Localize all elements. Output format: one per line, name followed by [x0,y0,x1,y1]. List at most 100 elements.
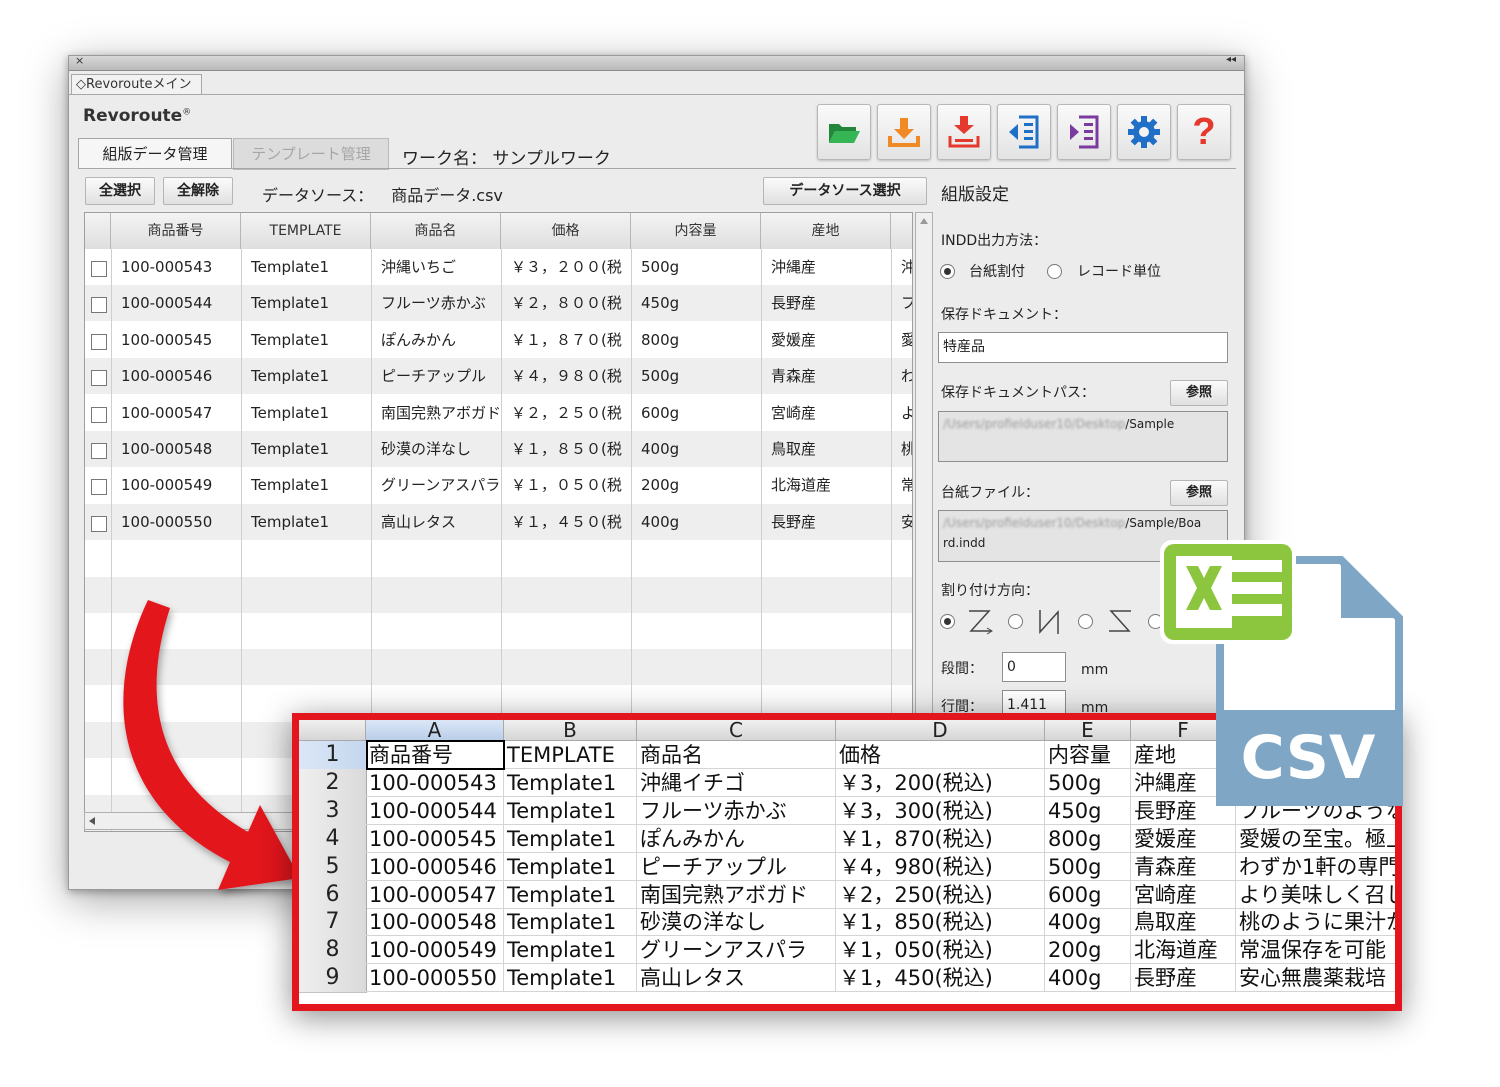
sheet-cell[interactable]: ￥3，200(税込) [836,768,1045,797]
sheet-row-header[interactable]: 3 [299,796,367,826]
grid-cell[interactable]: 100-000545 [121,322,239,358]
sheet-cell[interactable]: Template1 [504,824,637,853]
sheet-column-header[interactable]: D [836,720,1045,741]
save-doc-field[interactable]: 特産品 [938,332,1228,363]
sheet-cell[interactable]: フルーツ赤かぶ [637,796,836,825]
sheet-cell[interactable]: 100-000548 [366,908,504,937]
grid-cell[interactable]: 安 [901,504,912,540]
sheet-column-header[interactable]: C [637,720,836,741]
tab-template[interactable]: テンプレート管理 [233,138,389,170]
sheet-cell[interactable]: 600g [1045,880,1131,909]
grid-column-header-blank[interactable] [85,213,111,250]
grid-cell[interactable]: 100-000548 [121,431,239,467]
grid-cell[interactable]: ￥４，９８０(税 [511,358,629,394]
sheet-cell[interactable]: 商品番号 [366,741,504,769]
grid-cell[interactable]: 砂漠の洋なし [381,431,499,467]
sheet-cell[interactable]: 青森産 [1131,852,1236,881]
sheet-cell[interactable]: 南国完熟アボガド [637,880,836,909]
grid-cell[interactable]: 600g [641,395,759,431]
grid-cell[interactable]: 200g [641,467,759,503]
sheet-cell[interactable]: 450g [1045,796,1131,825]
sheet-cell[interactable]: 100-000544 [366,796,504,825]
row-checkbox[interactable] [91,333,107,350]
grid-cell[interactable]: 宮崎産 [771,395,889,431]
save-path-browse-button[interactable]: 参照 [1170,380,1228,406]
sheet-cell[interactable]: 400g [1045,908,1131,937]
grid-cell[interactable]: Template1 [251,431,369,467]
table-row[interactable]: 100-000548 Template1 砂漠の洋なし ￥１，８５０(税 400g 鳥取産… [85,431,912,467]
sheet-cell[interactable]: 100-000545 [366,824,504,853]
grid-cell[interactable]: ￥２，８００(税 [511,285,629,321]
grid-cell[interactable]: ぽんみかん [381,322,499,358]
row-checkbox[interactable] [91,297,107,314]
sheet-cell[interactable]: ￥2，250(税込) [836,880,1045,909]
sheet-cell[interactable]: より美味しく召し [1236,881,1395,909]
table-row[interactable]: 100-000549 Template1 グリーンアスパラ ￥１，０５０(税 200g 北… [85,467,912,504]
grid-column-header[interactable]: 価格 [501,213,631,250]
close-button[interactable]: × [75,54,84,67]
row-checkbox[interactable] [91,443,107,459]
grid-cell[interactable]: 450g [641,285,759,321]
grid-cell[interactable]: 100-000547 [121,395,239,431]
sheet-cell[interactable]: Template1 [504,880,637,909]
sheet-cell[interactable]: グリーンアスパラ [637,936,836,965]
sheet-cell[interactable]: Template1 [504,964,637,993]
grid-cell[interactable]: ￥１，８５０(税 [511,431,629,467]
sheet-cell[interactable]: 沖縄イチゴ [637,768,836,797]
grid-cell[interactable]: Template1 [251,467,369,503]
sheet-cell[interactable]: 価格 [836,741,1045,769]
panel-tab[interactable]: ◇Revorouteメイン [71,74,203,95]
table-row[interactable]: 100-000544 Template1 フルーツ赤かぶ ￥２，８００(税 450g 長野… [85,285,912,322]
grid-cell[interactable]: Template1 [251,395,369,431]
sheet-cell[interactable]: 宮崎産 [1131,880,1236,909]
grid-cell[interactable]: 北海道産 [771,467,889,503]
sheet-corner[interactable] [299,720,366,741]
grid-cell[interactable]: ￥１，８７０(税 [511,322,629,358]
sheet-column-header[interactable]: E [1045,720,1131,741]
grid-cell[interactable]: ￥３，２００(税 [511,249,629,285]
select-all-button[interactable]: 全選択 [85,177,155,205]
grid-cell[interactable]: Template1 [251,358,369,394]
dan-field[interactable]: 0 [1002,652,1066,682]
grid-cell[interactable]: 400g [641,431,759,467]
row-checkbox[interactable] [91,479,107,496]
grid-cell[interactable]: 100-000543 [121,249,239,285]
sheet-cell[interactable]: 100-000550 [366,964,504,993]
grid-cell[interactable]: 沖縄産 [771,249,889,285]
sheet-row-header[interactable]: 1 [299,741,367,770]
scroll-left-icon[interactable] [85,813,101,829]
sheet-cell[interactable]: Template1 [504,852,637,881]
grid-column-header-blank[interactable] [891,213,912,250]
sheet-row-header[interactable]: 4 [299,824,367,854]
grid-cell[interactable]: 100-000544 [121,285,239,321]
row-checkbox[interactable] [91,515,107,532]
table-row[interactable] [85,540,912,577]
grid-cell[interactable]: 青森産 [771,358,889,394]
sheet-cell[interactable]: Template1 [504,768,637,797]
grid-cell[interactable]: ￥１，４５０(税 [511,504,629,540]
grid-cell[interactable]: わ [901,358,912,394]
table-row[interactable]: 100-000550 Template1 高山レタス ￥１，４５０(税 400g 長野産安 [85,503,912,540]
grid-cell[interactable]: 100-000546 [121,358,239,394]
sheet-cell[interactable]: 商品名 [637,741,836,769]
table-row[interactable]: 100-000547 Template1 南国完熟アボガド ￥２，２５０(税 600g 宮… [85,394,912,431]
sheet-row-header[interactable]: 9 [299,964,367,994]
grid-column-header[interactable]: 商品名 [371,213,501,250]
row-checkbox[interactable] [91,406,107,423]
grid-cell[interactable]: 長野産 [771,504,889,540]
sheet-cell[interactable]: ￥1，870(税込) [836,824,1045,853]
grid-cell[interactable]: Template1 [251,322,369,358]
grid-cell[interactable]: グリーンアスパラ [381,467,499,503]
sheet-cell[interactable]: 高山レタス [637,964,836,993]
sheet-cell[interactable]: Template1 [504,908,637,937]
grid-cell[interactable]: Template1 [251,285,369,321]
open-folder-button[interactable] [817,104,871,160]
indesign-import-button[interactable] [1057,104,1111,160]
sheet-cell[interactable]: 愛媛の至宝。極上 [1236,825,1395,853]
sheet-cell[interactable]: 長野産 [1131,964,1236,993]
sheet-column-header[interactable]: B [504,720,637,741]
sheet-cell[interactable]: ￥4，980(税込) [836,852,1045,881]
datasource-select-button[interactable]: データソース選択 [763,177,927,205]
grid-cell[interactable]: Template1 [251,504,369,540]
sheet-row-header[interactable]: 2 [299,768,367,798]
